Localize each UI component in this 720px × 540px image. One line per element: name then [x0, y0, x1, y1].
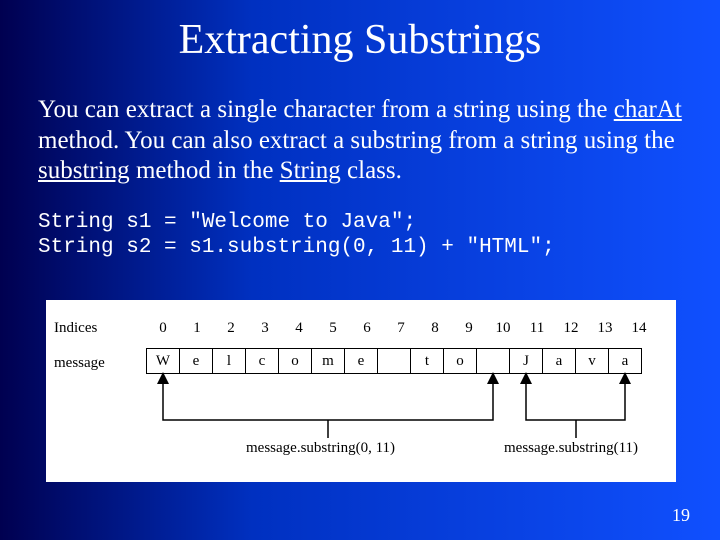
code-line-2: String s2 = s1.substring(0, 11) + "HTML"…: [38, 236, 555, 259]
body-paragraph: You can extract a single character from …: [38, 95, 682, 187]
body-text-mid2: method in the: [130, 157, 280, 184]
annotation-left: message.substring(0, 11): [246, 440, 395, 457]
diagram-container: Indices message 01234567891011121314 W e…: [46, 300, 676, 482]
body-underline-substring: substring: [38, 157, 130, 184]
body-text-post: class.: [341, 157, 402, 184]
code-line-1: String s1 = "Welcome to Java";: [38, 211, 416, 234]
page-number: 19: [672, 505, 690, 526]
body-text-mid1: method. You can also extract a substring…: [38, 127, 675, 154]
slide-root: Extracting Substrings You can extract a …: [0, 0, 720, 540]
body-text-pre1: You can extract a single character from …: [38, 96, 614, 123]
body-underline-charAt: charAt: [614, 96, 682, 123]
annotation-right: message.substring(11): [504, 440, 638, 457]
body-underline-String: String: [280, 157, 341, 184]
code-block: String s1 = "Welcome to Java"; String s2…: [38, 210, 555, 260]
slide-title: Extracting Substrings: [0, 16, 720, 64]
